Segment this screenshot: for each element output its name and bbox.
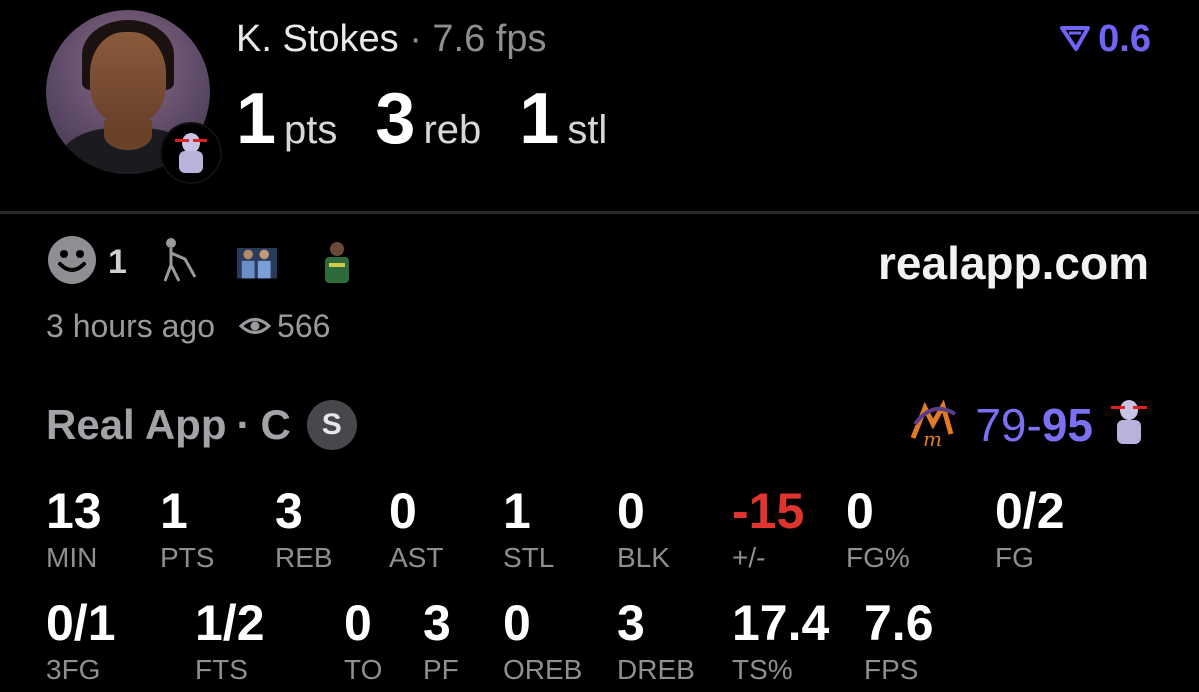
stat-label: FG% [846,542,910,573]
score-left: 79 [975,398,1027,451]
time-ago: 3 hours ago [46,308,216,344]
header-divider [0,211,1199,214]
stat-stl: 1 STL [503,486,554,572]
stat-plus-minus: -15 +/- [732,486,804,572]
title-separator: · [409,18,422,60]
smile-reaction-icon[interactable] [46,234,98,291]
view-count: 566 [277,308,331,344]
stat-label: FPS [864,654,919,685]
player-title: K. Stokes · 7.6 fps [236,18,547,61]
headline-value: 1 [519,79,560,159]
stat-label: DREB [617,654,695,685]
headline-value: 3 [375,79,416,159]
mercury-logo-icon: m [905,394,961,455]
stat-value: 1/2 [195,595,265,651]
stat-blk: 0 BLK [617,486,670,572]
stat-label: FG [995,542,1034,573]
stat-value: -15 [732,483,805,539]
fps-label: 7.6 fps [432,18,547,60]
headline-stats: 1 pts 3 reb 1 stl [236,78,645,160]
stat-label: BLK [617,542,670,573]
stat-value: 7.6 [864,595,934,651]
stat-label: 3FG [46,654,101,685]
game-separator: · [236,401,251,448]
golfer-sticker-icon[interactable] [157,237,237,288]
opponent-logo-icon [1107,396,1151,453]
player-name[interactable]: K. Stokes [236,18,399,60]
stat-value: 0 [503,595,531,651]
v-arrow-icon [1060,18,1091,61]
stat-value: 13 [46,483,102,539]
stat-label: MIN [46,542,98,573]
headline-unit: stl [567,108,608,152]
stat-reb: 3 REB [275,486,333,572]
app-name[interactable]: Real App [46,401,226,449]
players-sticker-icon[interactable] [236,237,317,288]
stat-value: 1 [503,483,531,539]
stat-3fg: 0/1 3FG [46,598,116,684]
stat-ast: 0 AST [389,486,443,572]
stat-label: TS% [732,654,793,685]
stat-min: 13 MIN [46,486,102,572]
stat-label: FTS [195,654,248,685]
stat-value: 0 [846,483,874,539]
stat-value: 3 [275,483,303,539]
headline-unit: pts [284,108,338,152]
stat-label: REB [275,542,333,573]
stat-dreb: 3 DREB [617,598,695,684]
stat-label: TO [344,654,383,685]
stat-oreb: 0 OREB [503,598,582,684]
reaction-count: 1 [108,243,127,281]
stat-pts: 1 PTS [160,486,214,572]
stat-value: 1 [160,483,188,539]
stat-value: 17.4 [732,595,830,651]
game-line: Real App · C S [46,400,357,450]
post-meta: 3 hours ago 566 [46,308,330,345]
headline-unit: reb [423,108,482,152]
stat-fg: 0/2 FG [995,486,1065,572]
goalkeeper-sticker-icon[interactable] [317,237,397,288]
stat-value: 0/1 [46,595,116,651]
stat-pf: 3 PF [423,598,459,684]
stat-value: 0 [617,483,645,539]
stat-label: PF [423,654,459,685]
stat-value: 0 [344,595,372,651]
stat-fps: 7.6 FPS [864,598,934,684]
score-right: 95 [1041,398,1093,451]
views: 566 [238,308,331,345]
score-text: 79-95 [975,398,1093,452]
stat-label: AST [389,542,444,573]
stat-value: 3 [617,595,645,651]
stat-label: +/- [732,542,766,573]
rating-badge[interactable]: 0.6 [1060,18,1151,61]
avatar-face [90,32,166,124]
stat-fts: 1/2 FTS [195,598,265,684]
stat-label: PTS [160,542,215,573]
stat-label: OREB [503,654,583,685]
site-link[interactable]: realapp.com [878,236,1149,290]
s-chip[interactable]: S [306,400,357,450]
stat-value: 0/2 [995,483,1065,539]
headline-value: 1 [236,79,277,159]
game-score[interactable]: m 79-95 [905,394,1151,455]
avatar-neck [104,120,152,150]
score-dash: - [1026,398,1042,451]
stat-label: STL [503,542,555,573]
position: C [260,401,291,448]
stat-ts-pct: 17.4 TS% [732,598,829,684]
reactions-row: 1 [46,234,397,291]
stat-fg-pct: 0 FG% [846,486,910,572]
svg-text:m: m [923,427,942,450]
stat-value: 0 [389,483,417,539]
stat-to: 0 TO [344,598,382,684]
rating-value: 0.6 [1098,18,1151,60]
eye-icon [238,308,272,345]
stat-value: 3 [423,595,451,651]
team-badge-icon [160,122,222,184]
